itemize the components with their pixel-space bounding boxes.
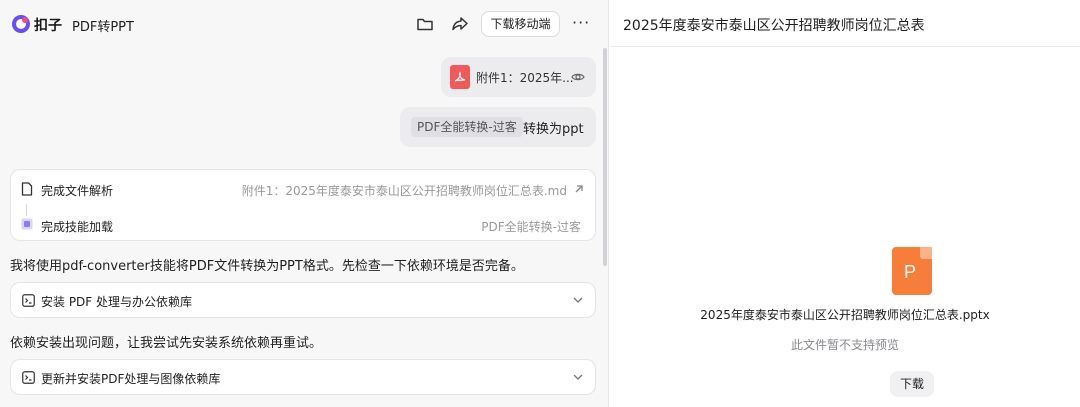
attachment-chip[interactable]: 附件1：2025年...	[441, 57, 596, 97]
skill-icon	[21, 218, 33, 230]
preview-header: 2025年度泰安市泰山区公开招聘教师岗位汇总表	[610, 0, 1080, 47]
open-arrow-icon[interactable]	[573, 183, 585, 195]
user-message-bubble: PDF全能转换-过客 转换为ppt	[400, 107, 596, 147]
download-mobile-button[interactable]: 下载移动端	[481, 11, 560, 37]
document-title[interactable]: PDF转PPT	[72, 16, 134, 35]
brand-name: 扣子	[34, 18, 62, 34]
preview-title: 2025年度泰安市泰山区公开招聘教师岗位汇总表	[623, 18, 925, 34]
tool-call-label: 更新并安装PDF处理与图像依赖库	[41, 372, 221, 386]
step-file-parsed[interactable]: 完成文件解析 附件1：2025年度泰安市泰山区公开招聘教师岗位汇总表.md	[11, 174, 597, 204]
terminal-icon	[22, 294, 35, 307]
preview-eye-icon[interactable]	[571, 70, 585, 84]
chat-scrollbar[interactable]	[603, 48, 607, 266]
pptx-file-icon: P	[892, 247, 932, 295]
more-options-icon[interactable]: ···	[572, 13, 590, 32]
step-skill-loaded[interactable]: 完成技能加载 PDF全能转换-过客	[11, 210, 597, 240]
file-preview-panel: 2025年度泰安市泰山区公开招聘教师岗位汇总表 P 2025年度泰安市泰山区公开…	[610, 0, 1080, 407]
folder-icon[interactable]	[415, 14, 435, 34]
step-label: 完成文件解析	[41, 184, 114, 198]
file-fold	[920, 247, 932, 259]
coze-logo-icon	[12, 15, 30, 33]
chevron-down-icon[interactable]	[573, 296, 583, 304]
step-file-name: 附件1：2025年度泰安市泰山区公开招聘教师岗位汇总表.md	[241, 184, 567, 198]
pdf-file-icon	[450, 65, 470, 89]
tool-call-install-deps[interactable]: 安装 PDF 处理与办公依赖库	[10, 282, 596, 318]
step-skill-name: PDF全能转换-过客	[481, 220, 581, 234]
preview-file-name: 2025年度泰安市泰山区公开招聘教师岗位汇总表.pptx	[700, 308, 990, 322]
file-icon-letter: P	[904, 262, 917, 282]
no-preview-notice: 此文件暂不支持预览	[790, 338, 899, 352]
assistant-message: 依赖安装出现问题，让我尝试先安装系统依赖再重试。	[10, 336, 323, 351]
chevron-down-icon[interactable]	[573, 373, 583, 381]
step-label: 完成技能加载	[41, 220, 114, 234]
skill-tag: PDF全能转换-过客	[411, 117, 523, 137]
assistant-message: 我将使用pdf-converter技能将PDF文件转换为PPT格式。先检查一下依…	[10, 259, 524, 274]
top-bar: 扣子 PDF转PPT 下载移动端 ···	[0, 0, 608, 48]
tool-call-label: 安装 PDF 处理与办公依赖库	[41, 295, 193, 309]
user-message-text: 转换为ppt	[523, 122, 584, 137]
document-icon	[21, 182, 33, 196]
tool-call-update-deps[interactable]: 更新并安装PDF处理与图像依赖库	[10, 359, 596, 395]
share-icon[interactable]	[450, 14, 470, 34]
download-button[interactable]: 下载	[890, 371, 934, 397]
terminal-icon	[22, 371, 35, 384]
progress-steps-card: 完成文件解析 附件1：2025年度泰安市泰山区公开招聘教师岗位汇总表.md 完成…	[10, 169, 596, 241]
chat-panel: 扣子 PDF转PPT 下载移动端 ··· 附件1：2025年... PDF全能转…	[0, 0, 609, 407]
attachment-name: 附件1：2025年...	[476, 71, 574, 85]
